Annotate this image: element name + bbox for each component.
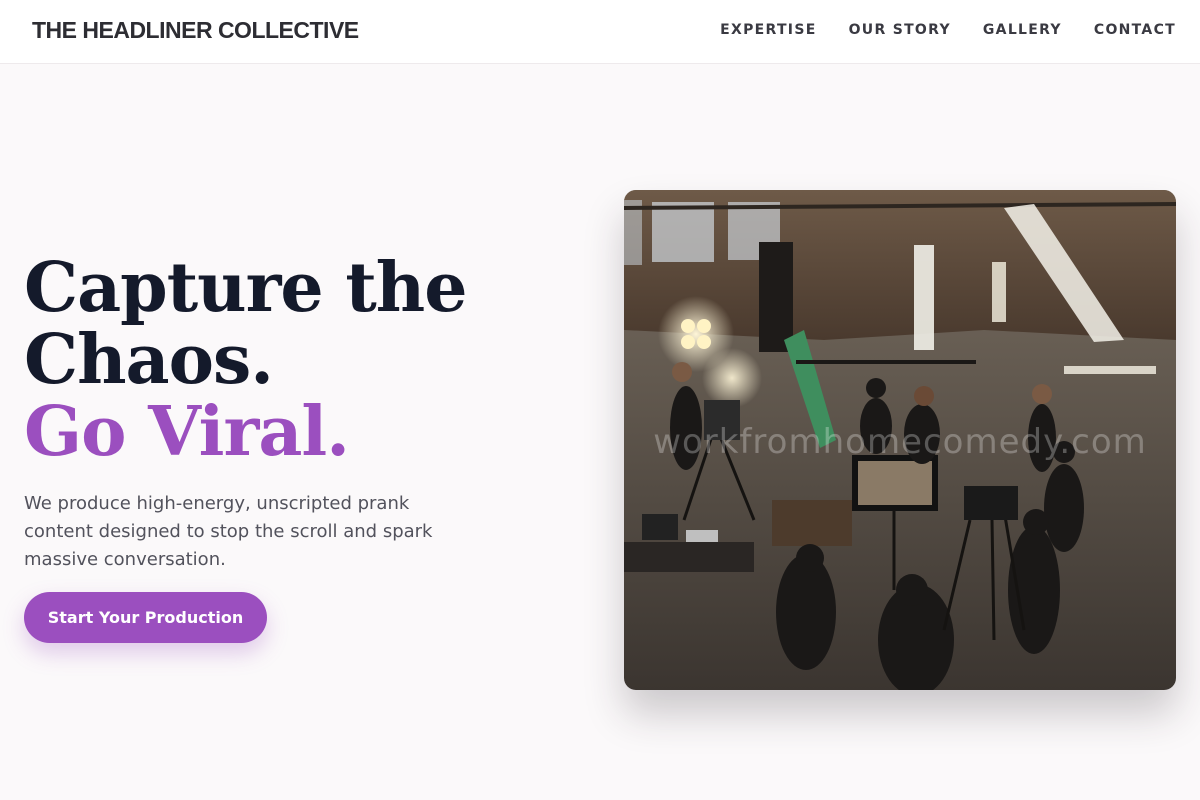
headline-line-1: Capture the: [24, 248, 467, 328]
nav-link-expertise[interactable]: EXPERTISE: [720, 22, 816, 38]
hero-image: workfromhomecomedy.com: [624, 190, 1176, 690]
nav-link-our-story[interactable]: OUR STORY: [849, 22, 951, 38]
start-production-button[interactable]: Start Your Production: [24, 592, 267, 643]
site-header: THE HEADLINER COLLECTIVE EXPERTISE OUR S…: [0, 0, 1200, 64]
brand-logo[interactable]: THE HEADLINER COLLECTIVE: [32, 17, 359, 44]
image-watermark: workfromhomecomedy.com: [653, 422, 1147, 462]
headline-accent: Go Viral.: [24, 392, 350, 472]
nav-link-gallery[interactable]: GALLERY: [983, 22, 1062, 38]
hero-headline: Capture the Chaos. Go Viral.: [24, 248, 467, 472]
hero-description: We produce high-energy, unscripted prank…: [24, 493, 433, 570]
headline-line-2: Chaos.: [24, 320, 274, 400]
main-nav: EXPERTISE OUR STORY GALLERY CONTACT: [720, 22, 1176, 38]
nav-link-contact[interactable]: CONTACT: [1094, 22, 1176, 38]
